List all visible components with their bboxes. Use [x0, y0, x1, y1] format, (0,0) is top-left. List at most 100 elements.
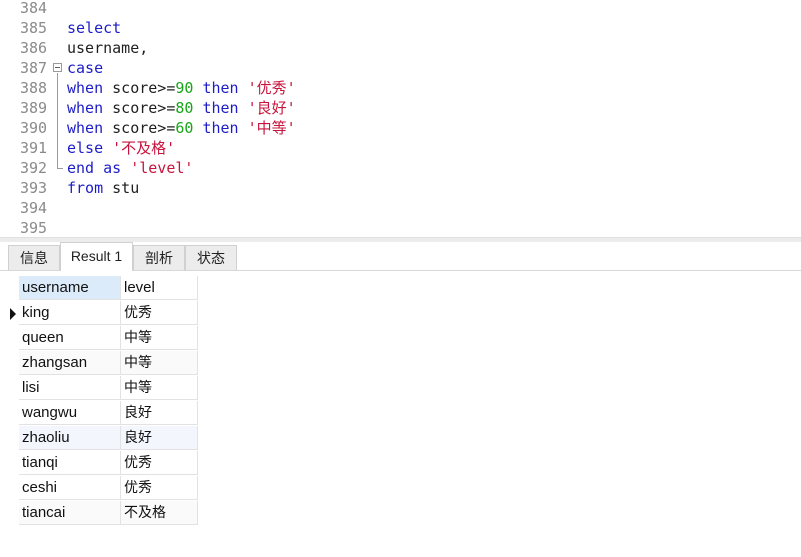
code-line[interactable]: 386 username,: [0, 38, 801, 58]
current-row-arrow-icon: [10, 308, 16, 320]
code-line[interactable]: 385 select: [0, 18, 801, 38]
column-header-username[interactable]: username: [19, 276, 121, 300]
code-token-kw: when: [67, 119, 104, 137]
tab-info[interactable]: 信息: [8, 245, 60, 270]
code-token-num: 90: [175, 79, 194, 97]
cell-level[interactable]: 优秀: [121, 451, 198, 475]
code-text: select: [67, 18, 121, 38]
cell-username[interactable]: wangwu: [19, 401, 121, 425]
code-token-plain: score>=: [103, 119, 176, 137]
row-marker: [0, 326, 19, 350]
cell-level[interactable]: 中等: [121, 326, 198, 350]
code-token-plain: stu: [103, 179, 140, 197]
table-row[interactable]: zhaoliu 良好: [0, 426, 199, 451]
code-text: when score>=90 then '优秀': [67, 78, 296, 98]
code-text: end as 'level': [67, 158, 193, 178]
code-token-kw: from: [67, 179, 104, 197]
cell-level[interactable]: 中等: [121, 351, 198, 375]
table-row[interactable]: zhangsan 中等: [0, 351, 199, 376]
cell-username[interactable]: queen: [19, 326, 121, 350]
code-line[interactable]: 394: [0, 198, 801, 218]
table-row[interactable]: wangwu 良好: [0, 401, 199, 426]
row-marker: [0, 476, 19, 500]
code-text: case: [67, 58, 103, 78]
code-token-plain: score>=: [103, 99, 176, 117]
code-text: when score>=60 then '中等': [67, 118, 296, 138]
tab-status[interactable]: 状态: [185, 245, 237, 270]
row-marker: [0, 426, 19, 450]
code-token-kw: select: [67, 19, 122, 37]
line-number: 394: [20, 199, 48, 217]
row-marker: [0, 401, 19, 425]
tab-profile[interactable]: 剖析: [133, 245, 185, 270]
cell-username[interactable]: lisi: [19, 376, 121, 400]
cell-username[interactable]: zhaoliu: [19, 426, 121, 450]
code-line[interactable]: 389 when score>=80 then '良好': [0, 98, 801, 118]
code-token-plain: username,: [67, 39, 149, 57]
line-number: 391: [20, 139, 48, 157]
table-row[interactable]: lisi 中等: [0, 376, 199, 401]
code-token-plain: score>=: [103, 79, 176, 97]
code-line[interactable]: 388 when score>=90 then '优秀': [0, 78, 801, 98]
code-token-str: '优秀': [247, 79, 296, 97]
line-number: 395: [20, 219, 48, 237]
line-number: 392: [20, 159, 48, 177]
code-text: username,: [67, 38, 148, 58]
result-tab-bar: 信息 Result 1 剖析 状态: [0, 242, 801, 271]
line-number: 388: [20, 79, 48, 97]
cell-username[interactable]: tiancai: [19, 501, 121, 525]
column-header-level[interactable]: level: [121, 276, 198, 300]
line-number: 390: [20, 119, 48, 137]
code-token-kw: then: [202, 119, 239, 137]
cell-level[interactable]: 良好: [121, 426, 198, 450]
code-token-str: '中等': [247, 119, 296, 137]
table-row[interactable]: ceshi 优秀: [0, 476, 199, 501]
cell-level[interactable]: 不及格: [121, 501, 198, 525]
sql-editor[interactable]: 384 385 select 386 username, 387 case 388 when s…: [0, 0, 801, 237]
cell-username[interactable]: ceshi: [19, 476, 121, 500]
code-token-kw: else: [67, 139, 104, 157]
table-row[interactable]: tianqi 优秀: [0, 451, 199, 476]
code-text: from stu: [67, 178, 139, 198]
tab-result-1-label: Result 1: [70, 248, 123, 264]
code-line[interactable]: 392 end as 'level': [0, 158, 801, 178]
cell-level[interactable]: 优秀: [121, 476, 198, 500]
row-marker-header: [0, 276, 19, 300]
code-line[interactable]: 387 case: [0, 58, 801, 78]
code-line[interactable]: 391 else '不及格': [0, 138, 801, 158]
code-line[interactable]: 395: [0, 218, 801, 238]
cell-level[interactable]: 中等: [121, 376, 198, 400]
row-marker: [0, 501, 19, 525]
cell-username[interactable]: tianqi: [19, 451, 121, 475]
row-marker: [0, 376, 19, 400]
table-row[interactable]: queen 中等: [0, 326, 199, 351]
table-row[interactable]: king 优秀: [0, 301, 199, 326]
code-token-str: '良好': [247, 99, 296, 117]
code-token-kw: end: [67, 159, 95, 177]
code-token-num: 80: [175, 99, 194, 117]
tab-result-1[interactable]: Result 1: [60, 242, 133, 271]
code-line[interactable]: 390 when score>=60 then '中等': [0, 118, 801, 138]
code-line[interactable]: 384: [0, 0, 801, 18]
code-token-str: '不及格': [112, 139, 176, 157]
code-token-num: 60: [175, 119, 194, 137]
code-token-kw: when: [67, 99, 104, 117]
code-token-kw: as: [103, 159, 122, 177]
cell-username[interactable]: zhangsan: [19, 351, 121, 375]
code-token-kw: when: [67, 79, 104, 97]
code-token-kw: then: [202, 99, 239, 117]
code-text: when score>=80 then '良好': [67, 98, 296, 118]
cell-level[interactable]: 良好: [121, 401, 198, 425]
code-token-kw: then: [202, 79, 239, 97]
tab-status-label: 状态: [197, 250, 225, 266]
code-line[interactable]: 393 from stu: [0, 178, 801, 198]
cell-username[interactable]: king: [19, 301, 121, 325]
table-row[interactable]: tiancai 不及格: [0, 501, 199, 526]
code-text: else '不及格': [67, 138, 175, 158]
line-number: 386: [20, 39, 48, 57]
cell-level[interactable]: 优秀: [121, 301, 198, 325]
